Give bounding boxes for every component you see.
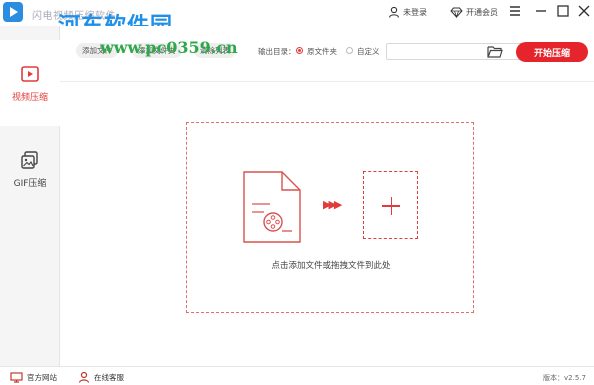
start-compress-button[interactable]: 开始压缩	[516, 42, 588, 62]
maximize-icon[interactable]	[556, 4, 570, 18]
user-icon	[388, 6, 400, 18]
support-label: 在线客服	[94, 372, 124, 382]
support-agent-icon	[78, 371, 90, 383]
gif-compress-icon	[21, 150, 38, 169]
app-logo-icon	[3, 2, 23, 22]
video-file-icon	[243, 171, 301, 243]
minimize-icon[interactable]	[534, 4, 548, 18]
title-bar: 闪电视频压缩软件 河东软件园 未登录 开通会员	[0, 0, 594, 39]
monitor-icon	[10, 371, 23, 383]
footer: 官方网站 在线客服 版本：v2.5.7	[0, 366, 594, 385]
sidebar-item-label: 视频压缩	[11, 92, 48, 103]
sidebar: 视频压缩 GIF压缩	[0, 26, 60, 366]
vip-label: 开通会员	[466, 7, 498, 17]
support-link[interactable]: 在线客服	[78, 371, 124, 383]
sidebar-item-gif-compress[interactable]: GIF压缩	[0, 126, 60, 212]
drop-zone[interactable]: ▶▶▶ 点击添加文件或拖拽文件到此处	[186, 122, 474, 313]
login-label: 未登录	[403, 7, 427, 17]
output-dir-label: 输出目录：	[258, 47, 296, 56]
sidebar-item-video-compress[interactable]: 视频压缩	[0, 40, 60, 126]
radio-custom[interactable]	[346, 47, 353, 54]
watermark-url: www.pc0359.cn	[100, 38, 238, 57]
login-button[interactable]: 未登录	[388, 4, 427, 20]
close-icon[interactable]	[577, 4, 591, 18]
add-file-plus-icon[interactable]	[363, 171, 418, 239]
vip-button[interactable]: 开通会员	[450, 4, 498, 20]
website-link[interactable]: 官方网站	[10, 371, 57, 383]
video-compress-icon	[21, 65, 39, 82]
sidebar-item-label: GIF压缩	[13, 178, 47, 189]
menu-icon[interactable]	[508, 4, 522, 18]
radio-original-folder[interactable]	[296, 47, 303, 54]
arrow-right-icon: ▶▶▶	[323, 198, 342, 211]
website-label: 官方网站	[27, 372, 57, 382]
diamond-icon	[450, 7, 463, 18]
folder-icon[interactable]	[487, 45, 503, 58]
version-text: 版本：v2.5.7	[543, 374, 586, 382]
radio-custom-label: 自定义	[357, 47, 380, 56]
drop-hint: 点击添加文件或拖拽文件到此处	[271, 261, 391, 271]
radio-original-folder-label: 原文件夹	[307, 47, 337, 56]
